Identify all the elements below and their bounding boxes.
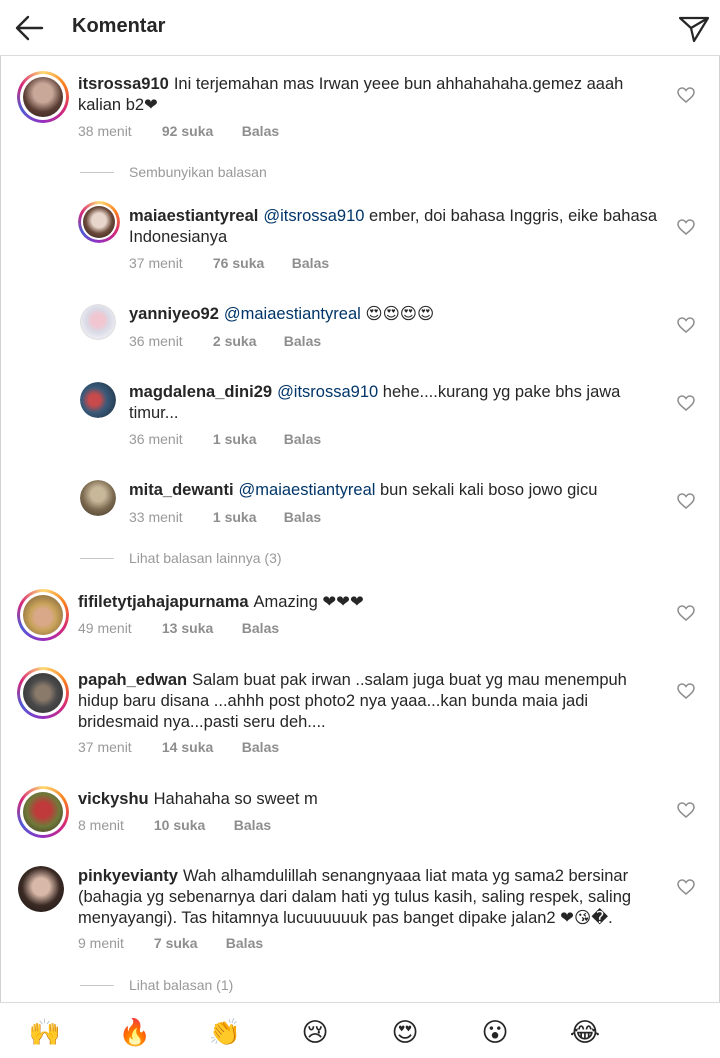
comment-time: 49 menit bbox=[78, 620, 132, 636]
comment-text: mita_dewanti @maiaestiantyreal bun sekali… bbox=[129, 480, 659, 501]
avatar[interactable] bbox=[80, 382, 116, 418]
reply-button[interactable]: Balas bbox=[284, 431, 321, 447]
avatar[interactable] bbox=[80, 304, 116, 340]
comment-text: papah_edwan Salam buat pak irwan ..salam … bbox=[78, 670, 658, 733]
like-heart-icon[interactable] bbox=[676, 393, 696, 413]
comment-username[interactable]: fifiletytjahajapurnama bbox=[78, 593, 249, 611]
comment-mention[interactable]: @itsrossa910 bbox=[277, 383, 378, 401]
thread-divider bbox=[80, 172, 114, 173]
like-heart-icon[interactable] bbox=[676, 877, 696, 897]
comment-text: itsrossa910 Ini terjemahan mas Irwan yeee… bbox=[78, 74, 658, 116]
comment-meta: 49 menit 13 suka Balas bbox=[78, 620, 279, 636]
comment-body: 😍😍😍😍 bbox=[360, 305, 435, 323]
comment-likes[interactable]: 92 suka bbox=[162, 123, 238, 139]
reply-button[interactable]: Balas bbox=[226, 935, 263, 951]
comment-likes[interactable]: 13 suka bbox=[162, 620, 238, 636]
like-heart-icon[interactable] bbox=[676, 681, 696, 701]
avatar[interactable] bbox=[78, 201, 120, 243]
view-replies-button[interactable]: Lihat balasan (1) bbox=[129, 977, 233, 993]
avatar[interactable] bbox=[17, 589, 69, 641]
comment-text: pinkyevianty Wah alhamdulillah senangnyaa… bbox=[78, 866, 658, 929]
send-direct-icon[interactable] bbox=[674, 8, 714, 48]
comment-time: 36 menit bbox=[129, 431, 183, 447]
comment-meta: 36 menit 1 suka Balas bbox=[129, 431, 321, 447]
like-heart-icon[interactable] bbox=[676, 315, 696, 335]
comment-meta: 37 menit 76 suka Balas bbox=[129, 255, 329, 271]
view-more-replies-button[interactable]: Lihat balasan lainnya (3) bbox=[129, 550, 282, 566]
comment-username[interactable]: yanniyeo92 bbox=[129, 305, 219, 323]
header-bar: Komentar bbox=[0, 0, 720, 56]
comment-likes[interactable]: 14 suka bbox=[162, 739, 238, 755]
comment-time: 36 menit bbox=[129, 333, 183, 349]
comment-meta: 33 menit 1 suka Balas bbox=[129, 509, 321, 525]
comment-likes[interactable]: 2 suka bbox=[213, 333, 280, 349]
like-heart-icon[interactable] bbox=[676, 603, 696, 623]
comment-meta: 8 menit 10 suka Balas bbox=[78, 817, 271, 833]
comment-meta: 36 menit 2 suka Balas bbox=[129, 333, 321, 349]
comment-username[interactable]: magdalena_dini29 bbox=[129, 383, 272, 401]
comment-username[interactable]: itsrossa910 bbox=[78, 75, 169, 93]
comment-likes[interactable]: 1 suka bbox=[213, 431, 280, 447]
back-arrow-icon[interactable] bbox=[10, 8, 50, 48]
comment-time: 37 menit bbox=[129, 255, 183, 271]
fire-emoji-button[interactable]: 🔥 bbox=[118, 1015, 152, 1049]
thread-divider bbox=[80, 558, 114, 559]
reply-button[interactable]: Balas bbox=[234, 817, 271, 833]
reply-button[interactable]: Balas bbox=[284, 333, 321, 349]
comment-time: 9 menit bbox=[78, 935, 124, 951]
surprised-face-emoji-button[interactable]: 😮 bbox=[478, 1015, 512, 1049]
heart-eyes-emoji-button[interactable]: 😍 bbox=[388, 1015, 422, 1049]
comment-likes[interactable]: 1 suka bbox=[213, 509, 280, 525]
avatar[interactable] bbox=[17, 786, 69, 838]
comment-username[interactable]: papah_edwan bbox=[78, 671, 187, 689]
comment-meta: 9 menit 7 suka Balas bbox=[78, 935, 263, 951]
clapping-hands-emoji-button[interactable]: 👏 bbox=[208, 1015, 242, 1049]
emoji-reaction-bar: 🙌 🔥 👏 😢 😍 😮 😂 bbox=[0, 1002, 720, 1058]
avatar[interactable] bbox=[80, 480, 116, 516]
comment-mention[interactable]: @itsrossa910 bbox=[263, 207, 364, 225]
comment-text: yanniyeo92 @maiaestiantyreal 😍😍😍😍 bbox=[129, 304, 659, 325]
avatar[interactable] bbox=[17, 667, 69, 719]
comment-body: Amazing ❤❤❤ bbox=[253, 593, 364, 611]
comment-meta: 37 menit 14 suka Balas bbox=[78, 739, 279, 755]
tears-of-joy-emoji-button[interactable]: 😂 bbox=[568, 1015, 602, 1049]
comment-body: Hahahaha so sweet m bbox=[153, 790, 318, 808]
reply-button[interactable]: Balas bbox=[242, 739, 279, 755]
comment-likes[interactable]: 7 suka bbox=[154, 935, 222, 951]
thread-divider bbox=[80, 985, 114, 986]
comment-time: 33 menit bbox=[129, 509, 183, 525]
comment-time: 8 menit bbox=[78, 817, 124, 833]
comment-username[interactable]: pinkyevianty bbox=[78, 867, 178, 885]
raising-hands-emoji-button[interactable]: 🙌 bbox=[28, 1015, 62, 1049]
comment-time: 38 menit bbox=[78, 123, 132, 139]
reply-button[interactable]: Balas bbox=[242, 123, 279, 139]
reply-button[interactable]: Balas bbox=[292, 255, 329, 271]
comment-mention[interactable]: @maiaestiantyreal bbox=[239, 481, 376, 499]
like-heart-icon[interactable] bbox=[676, 217, 696, 237]
comment-body: bun sekali kali boso jowo gicu bbox=[375, 481, 598, 499]
reply-button[interactable]: Balas bbox=[242, 620, 279, 636]
page-title: Komentar bbox=[72, 15, 166, 37]
comment-time: 37 menit bbox=[78, 739, 132, 755]
comment-text: maiaestiantyreal @itsrossa910 ember, doi … bbox=[129, 206, 659, 248]
like-heart-icon[interactable] bbox=[676, 85, 696, 105]
avatar[interactable] bbox=[18, 866, 64, 912]
reply-button[interactable]: Balas bbox=[284, 509, 321, 525]
hide-replies-button[interactable]: Sembunyikan balasan bbox=[129, 164, 267, 180]
comment-username[interactable]: mita_dewanti bbox=[129, 481, 234, 499]
comment-text: magdalena_dini29 @itsrossa910 hehe....kur… bbox=[129, 382, 659, 424]
comment-username[interactable]: vickyshu bbox=[78, 790, 149, 808]
like-heart-icon[interactable] bbox=[676, 800, 696, 820]
comment-meta: 38 menit 92 suka Balas bbox=[78, 123, 279, 139]
crying-face-emoji-button[interactable]: 😢 bbox=[298, 1015, 332, 1049]
comment-text: fifiletytjahajapurnama Amazing ❤❤❤ bbox=[78, 592, 658, 613]
like-heart-icon[interactable] bbox=[676, 491, 696, 511]
comment-text: vickyshu Hahahaha so sweet m bbox=[78, 789, 658, 810]
comment-mention[interactable]: @maiaestiantyreal bbox=[224, 305, 361, 323]
comment-likes[interactable]: 76 suka bbox=[213, 255, 288, 271]
comment-likes[interactable]: 10 suka bbox=[154, 817, 230, 833]
avatar[interactable] bbox=[17, 71, 69, 123]
comment-username[interactable]: maiaestiantyreal bbox=[129, 207, 258, 225]
